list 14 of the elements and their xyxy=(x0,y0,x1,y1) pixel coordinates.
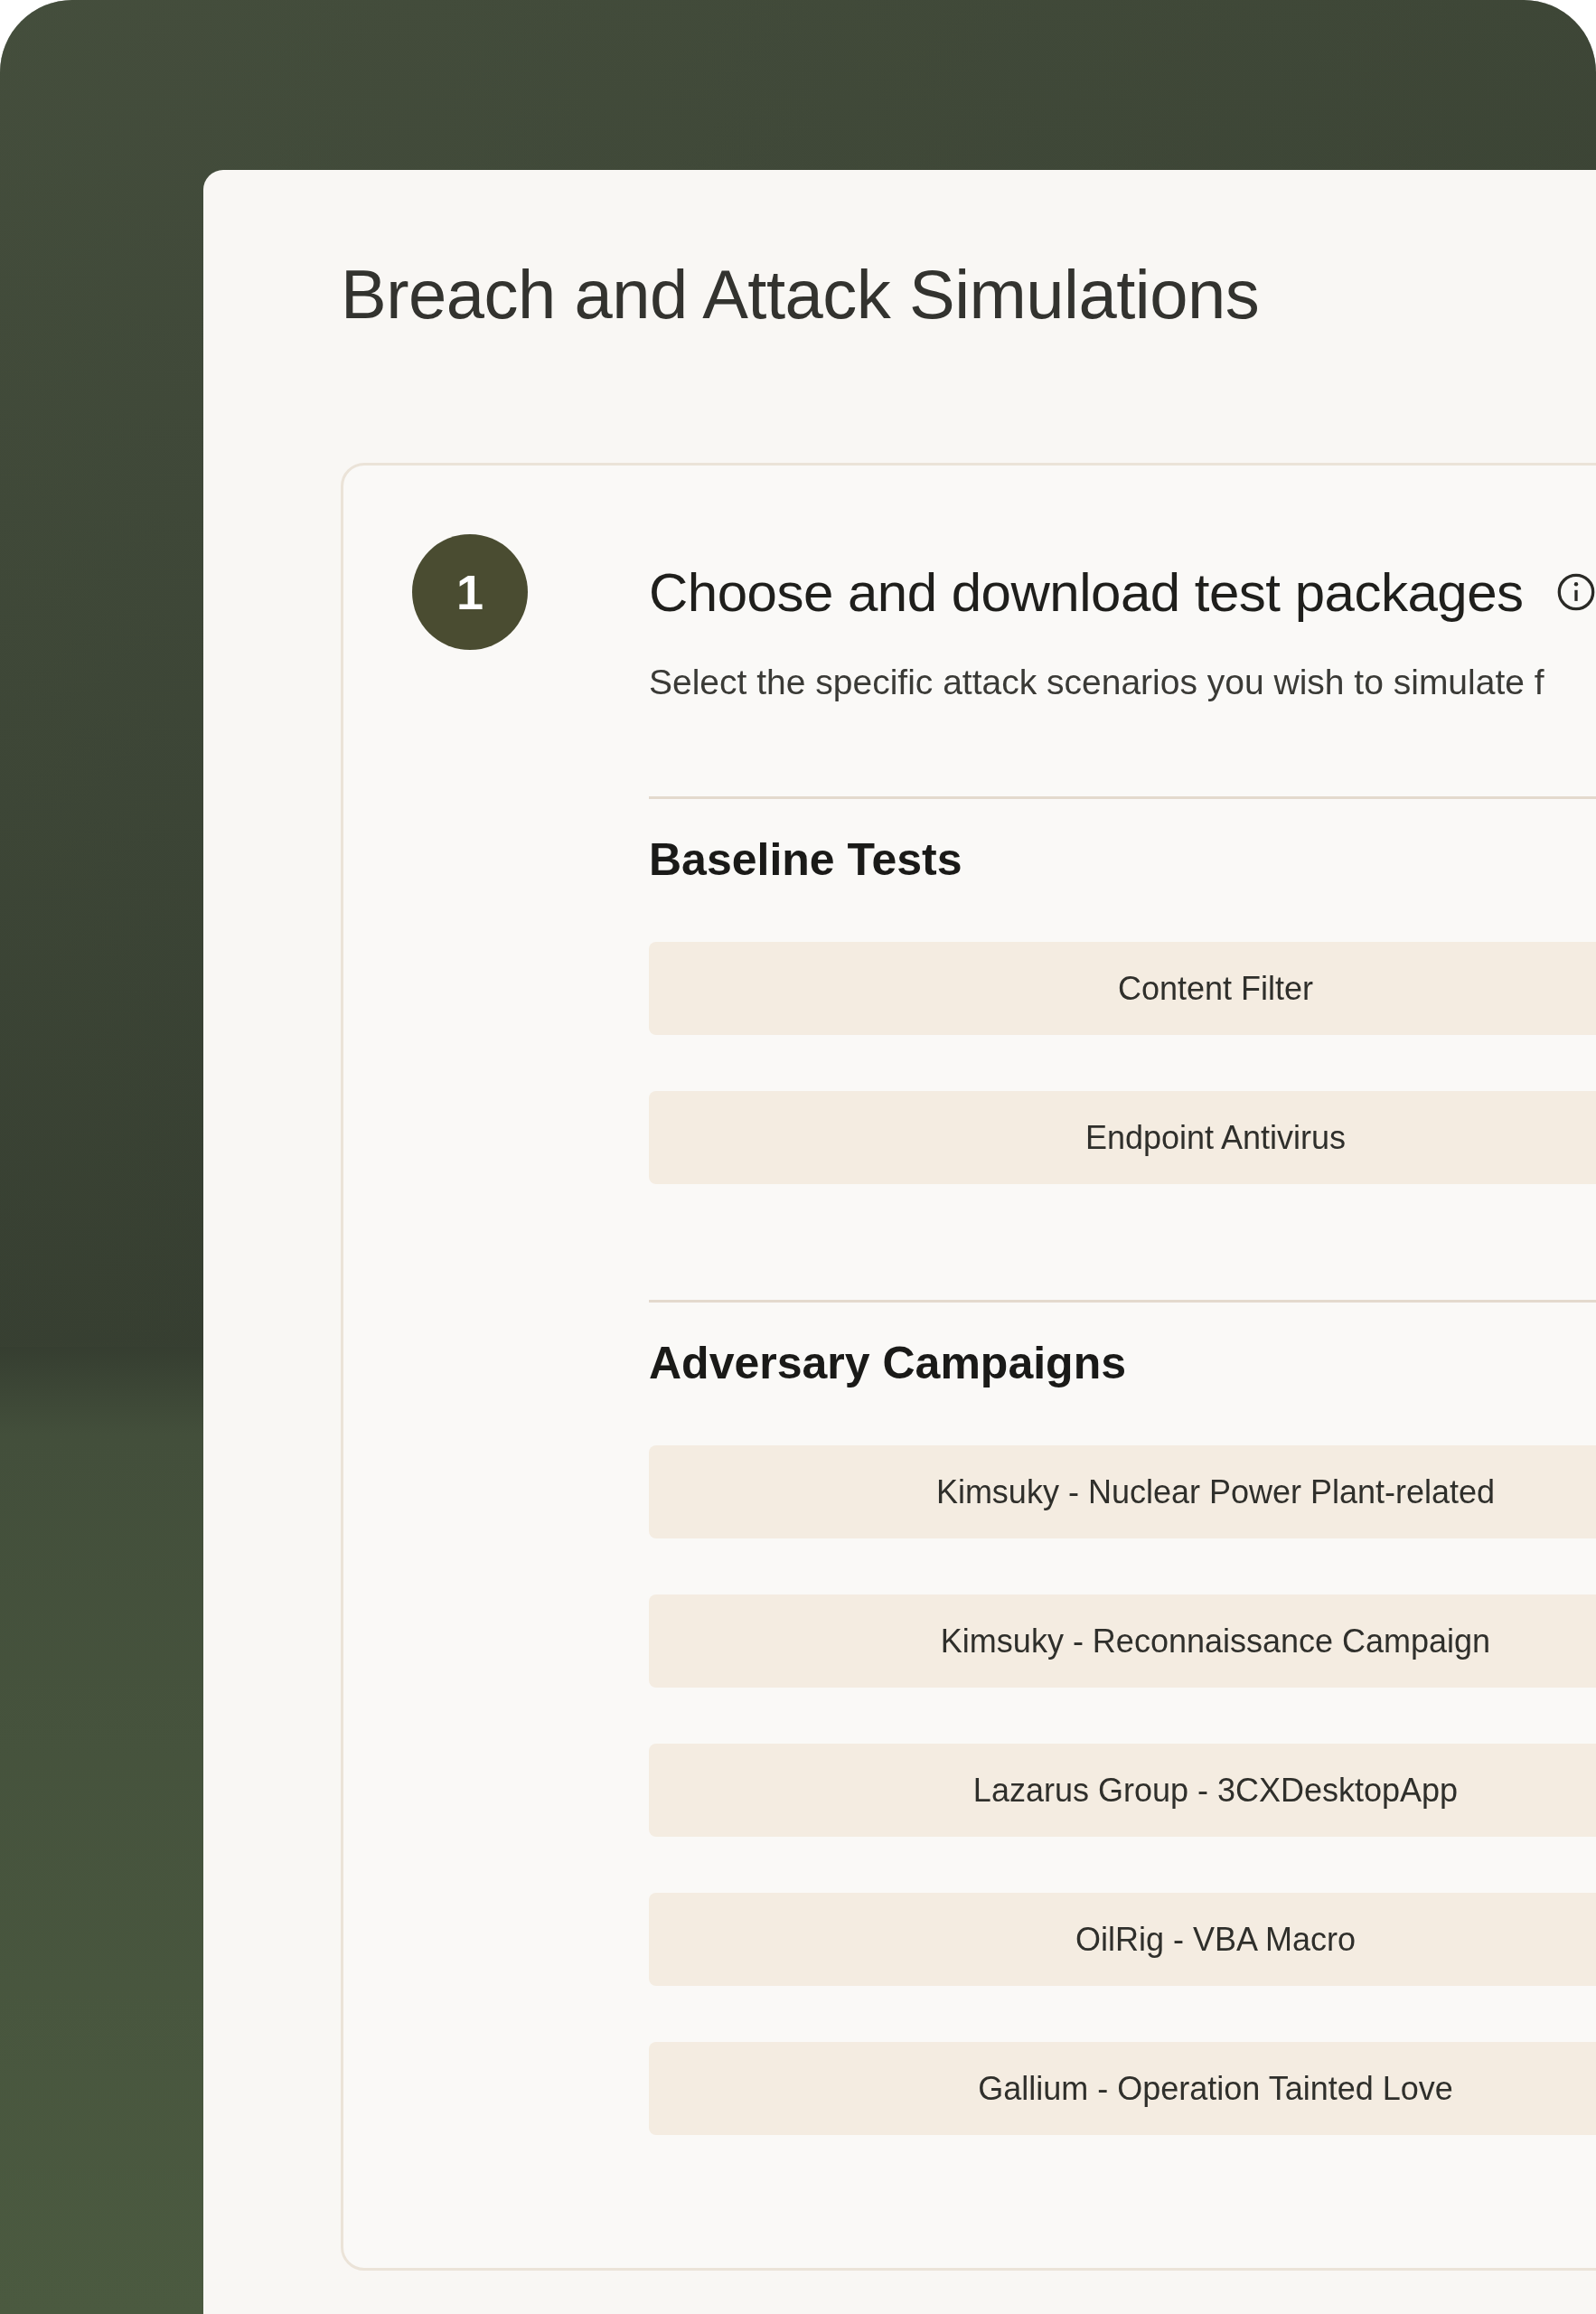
step-title: Choose and download test packages xyxy=(649,560,1524,624)
info-icon[interactable] xyxy=(1555,572,1596,612)
step-description: Select the specific attack scenarios you wish to simulate f xyxy=(649,663,1545,702)
package-button[interactable]: Endpoint Antivirus xyxy=(649,1091,1596,1184)
package-button[interactable]: Content Filter xyxy=(649,942,1596,1035)
package-button[interactable]: Kimsuky - Nuclear Power Plant-related xyxy=(649,1445,1596,1538)
package-button[interactable]: OilRig - VBA Macro xyxy=(649,1893,1596,1986)
package-button[interactable]: Kimsuky - Reconnaissance Campaign xyxy=(649,1594,1596,1688)
step-number: 1 xyxy=(412,534,528,650)
package-button[interactable]: Gallium - Operation Tainted Love xyxy=(649,2042,1596,2135)
page-title: Breach and Attack Simulations xyxy=(341,260,1261,329)
package-button[interactable]: Lazarus Group - 3CXDesktopApp xyxy=(649,1744,1596,1837)
section-title: Baseline Tests xyxy=(649,833,963,886)
section-title: Adversary Campaigns xyxy=(649,1337,1127,1389)
